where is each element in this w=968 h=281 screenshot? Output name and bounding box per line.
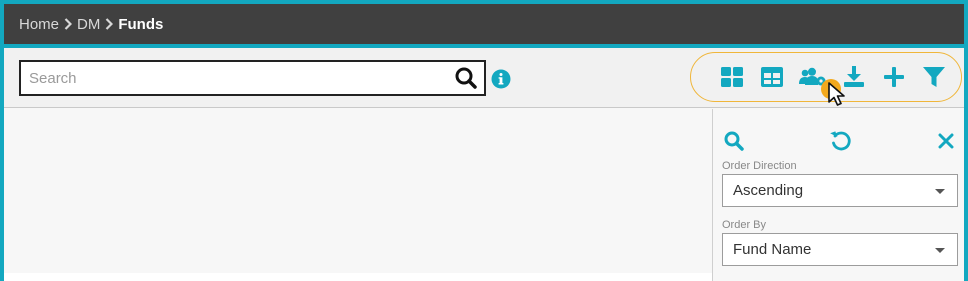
order-direction-value: Ascending <box>733 182 804 199</box>
order-by-select[interactable]: Fund Name <box>722 233 958 266</box>
close-icon[interactable] <box>934 129 958 153</box>
table-view-icon[interactable] <box>759 65 785 89</box>
app-frame: Home DM Funds Search Order Direction Asc… <box>4 4 964 281</box>
mouse-pointer-icon <box>827 82 849 108</box>
search-icon[interactable] <box>722 129 746 153</box>
breadcrumb-current: Funds <box>118 15 164 33</box>
filter-panel: Order Direction Ascending Order By Fund … <box>712 109 964 281</box>
order-direction-select[interactable]: Ascending <box>722 174 958 207</box>
search-input[interactable] <box>21 62 448 94</box>
breadcrumb-dm[interactable]: DM <box>77 16 100 33</box>
info-icon[interactable] <box>491 69 511 89</box>
order-by-value: Fund Name <box>733 241 812 258</box>
results-area <box>4 109 712 281</box>
search-icon[interactable] <box>448 62 484 94</box>
breadcrumb: Home DM Funds <box>4 4 964 44</box>
chevron-right-icon <box>105 18 114 30</box>
caret-down-icon <box>935 189 945 194</box>
plus-icon[interactable] <box>881 65 907 89</box>
results-footer <box>4 273 712 281</box>
grid-view-icon[interactable] <box>719 65 745 89</box>
chevron-right-icon <box>64 18 73 30</box>
order-by-label: Order By <box>722 219 767 231</box>
action-toolbar <box>690 52 962 106</box>
search-box <box>19 60 486 96</box>
filter-icon[interactable] <box>921 65 947 89</box>
order-direction-label: Order Direction <box>722 160 797 172</box>
caret-down-icon <box>935 248 945 253</box>
breadcrumb-home[interactable]: Home <box>19 16 59 33</box>
reset-icon[interactable] <box>829 129 853 153</box>
toolbar <box>4 48 964 108</box>
